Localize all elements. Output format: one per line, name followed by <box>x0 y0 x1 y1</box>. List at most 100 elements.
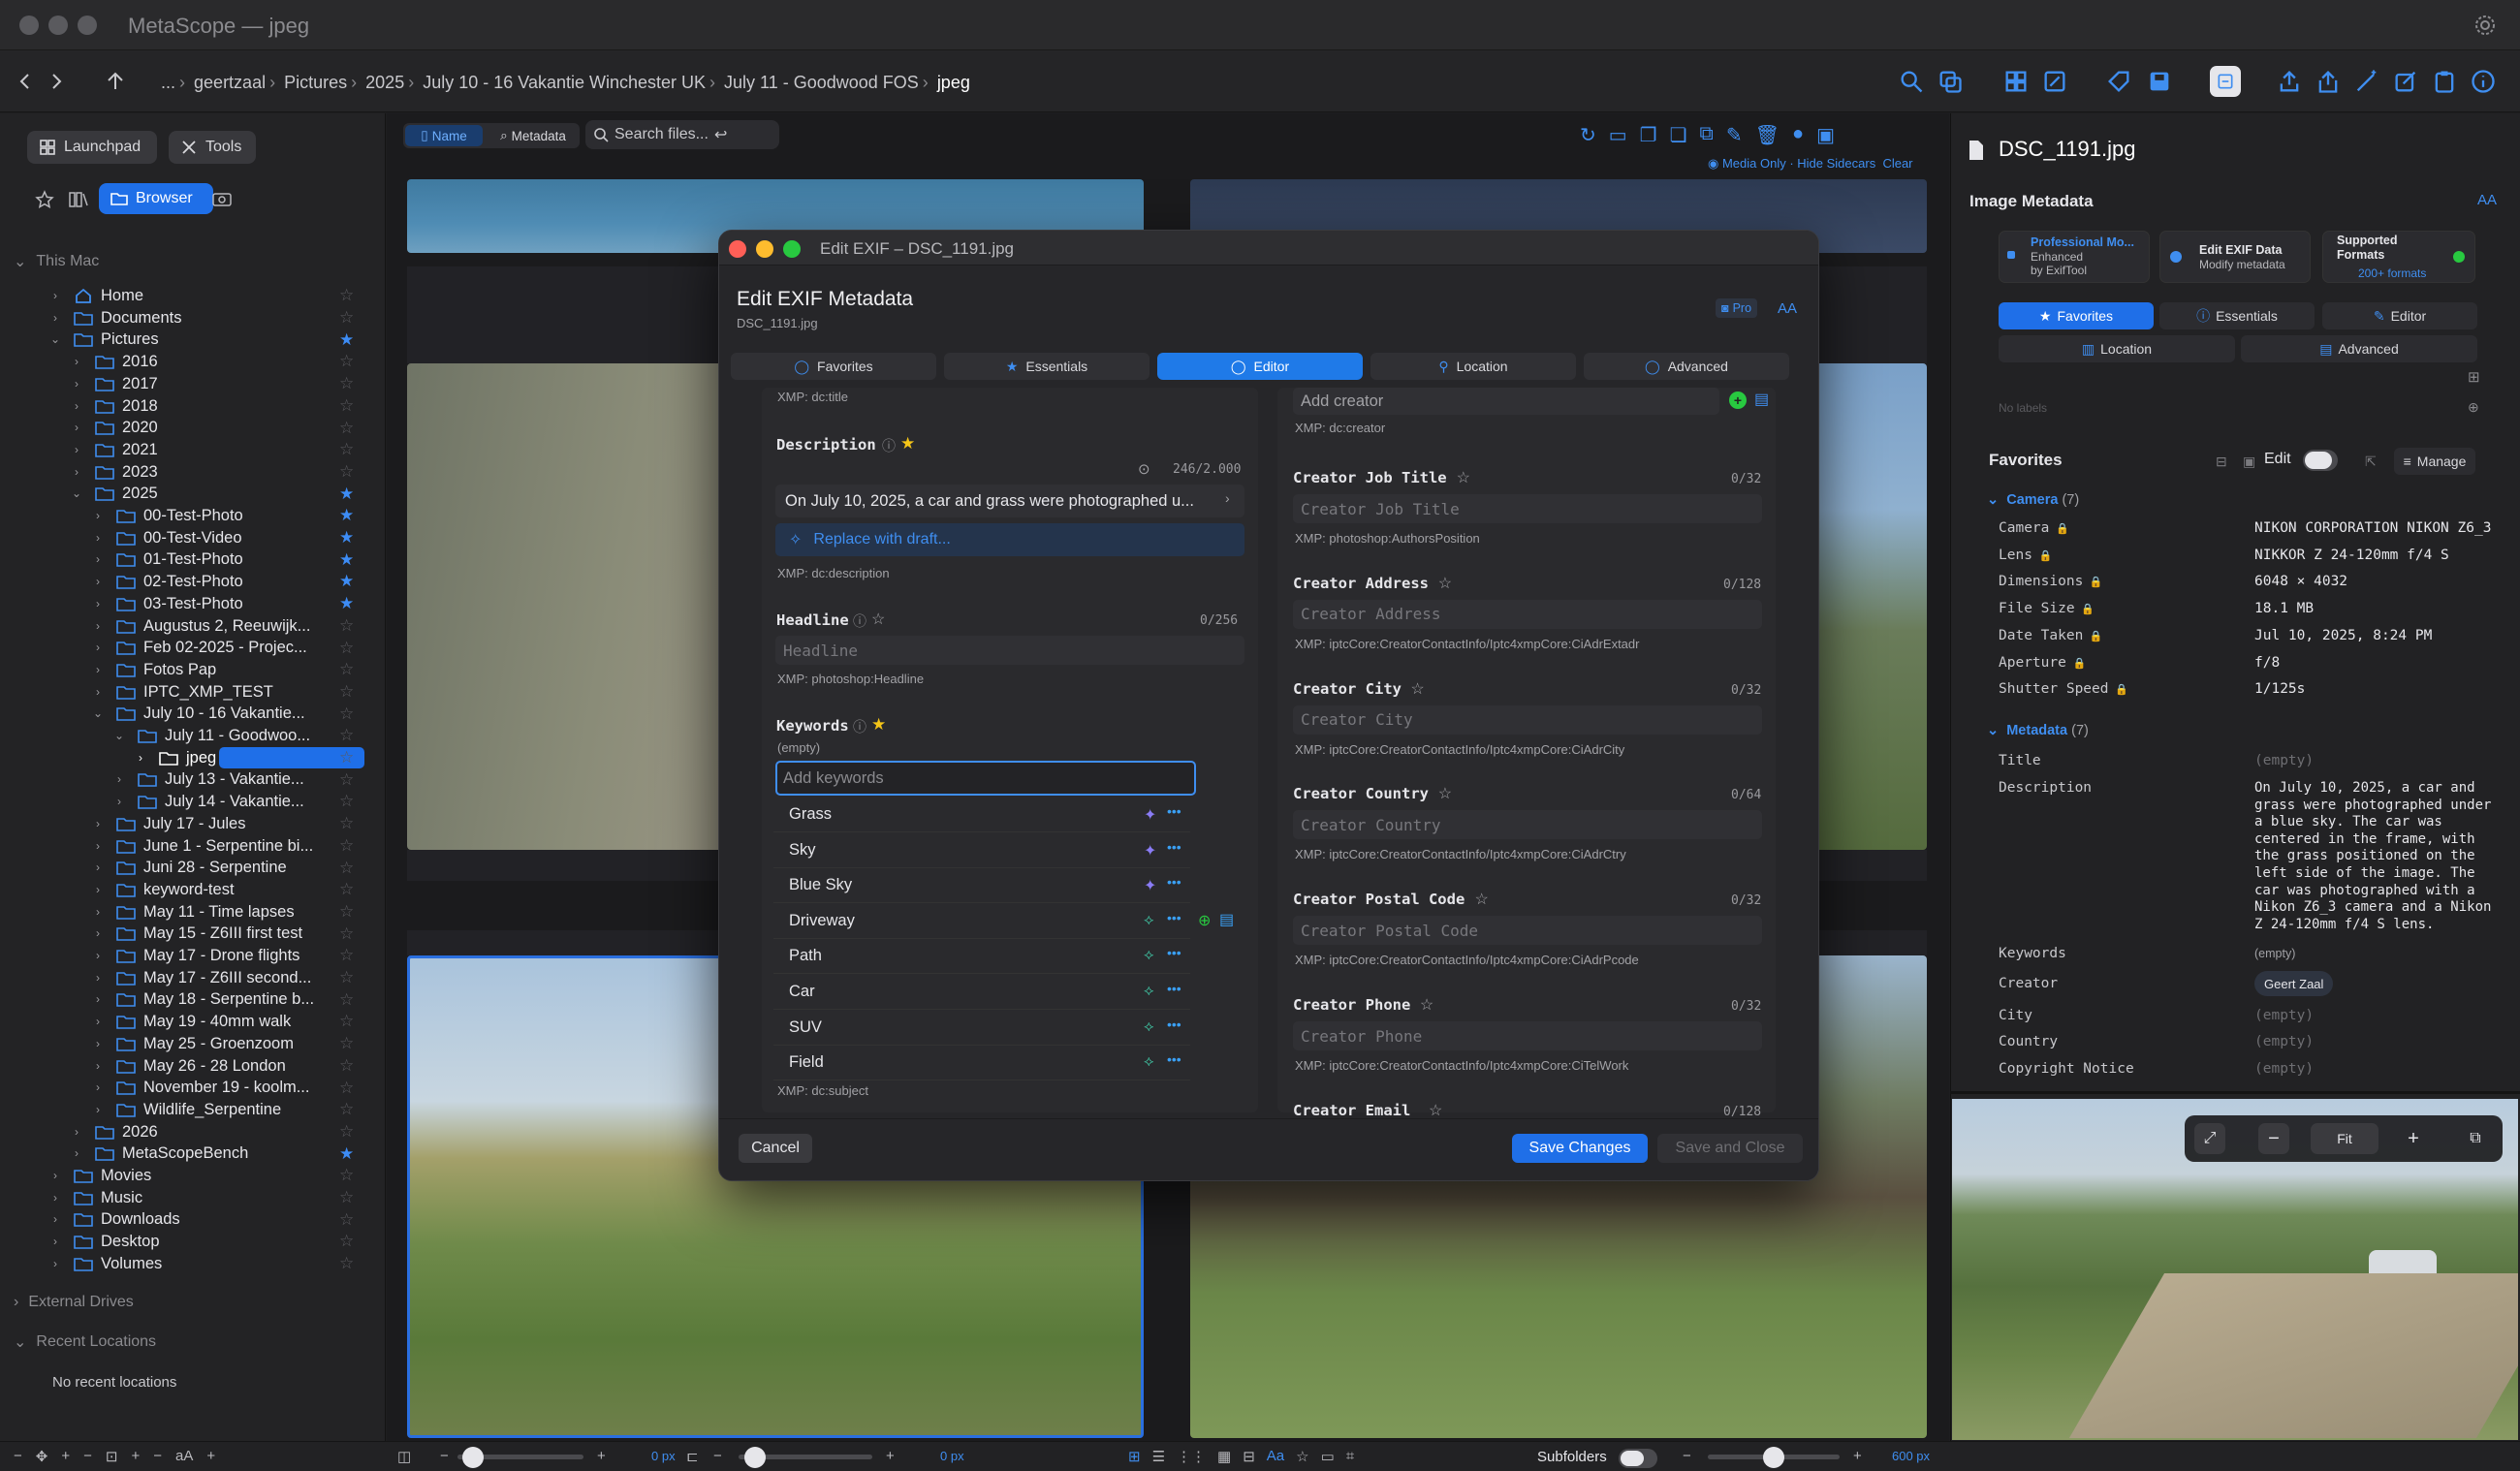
tree-item[interactable]: › Augustus 2, Reeuwijk... ☆ <box>0 615 386 638</box>
more-options-icon[interactable]: ••• <box>1167 945 1181 960</box>
favorite-star-icon[interactable]: ☆ <box>339 1122 354 1142</box>
favorite-star-icon[interactable]: ☆ <box>339 946 354 965</box>
favorite-star-icon[interactable]: ☆ <box>339 1100 354 1119</box>
favorite-star-icon[interactable]: ☆ <box>339 704 354 724</box>
star-outline-icon[interactable]: ☆ <box>1457 468 1470 487</box>
tree-item[interactable]: › 2023 ☆ <box>0 461 386 484</box>
column-view-icon[interactable]: ⋮⋮ <box>1177 1448 1206 1465</box>
star-icon[interactable]: ★ <box>900 434 915 454</box>
favorite-star-icon[interactable]: ☆ <box>339 814 354 833</box>
chevron-right-icon[interactable]: › <box>91 552 105 566</box>
more-options-icon[interactable]: ••• <box>1167 1017 1181 1032</box>
slider-knob[interactable] <box>743 1447 766 1468</box>
tree-item[interactable]: › 2017 ☆ <box>0 373 386 395</box>
creator-input[interactable]: Add creator <box>1293 388 1719 415</box>
tree-item[interactable]: › Movies ☆ <box>0 1165 386 1187</box>
star-outline-icon[interactable]: ☆ <box>1429 1101 1442 1120</box>
popout-icon[interactable]: ⧉ <box>2460 1123 2491 1154</box>
tree-item[interactable]: › Music ☆ <box>0 1187 386 1209</box>
favorite-star-icon[interactable]: ☆ <box>339 286 354 305</box>
zoom-in-button[interactable]: + <box>2398 1123 2429 1154</box>
help-icon[interactable]: ⓘ <box>853 611 866 631</box>
star-icon[interactable]: ★ <box>871 715 886 735</box>
tree-item[interactable]: ⌄ July 11 - Goodwoo... ☆ <box>0 725 386 747</box>
chevron-right-icon[interactable]: › <box>91 817 105 830</box>
tree-item[interactable]: › 00-Test-Photo ★ <box>0 505 386 527</box>
breadcrumb-item[interactable]: geertzaal <box>194 73 266 92</box>
keyword-row[interactable]: Blue Sky ✦ ••• <box>773 868 1190 904</box>
favorite-star-icon[interactable]: ★ <box>339 572 354 591</box>
tree-item[interactable]: › May 17 - Z6III second... ☆ <box>0 967 386 989</box>
tree-item[interactable]: › July 13 - Vakantie... ☆ <box>0 768 386 791</box>
tree-item[interactable]: › jpeg ☆ <box>0 746 386 769</box>
more-options-icon[interactable]: ••• <box>1167 803 1181 819</box>
favorite-star-icon[interactable]: ★ <box>339 550 354 570</box>
text-size-icon[interactable]: aA <box>175 1448 193 1465</box>
tab-essentials[interactable]: ★ Essentials <box>944 353 1150 380</box>
favorite-star-icon[interactable]: ☆ <box>339 440 354 459</box>
favorite-star-icon[interactable]: ☆ <box>339 902 354 922</box>
chevron-down-icon[interactable]: ⌄ <box>91 706 105 720</box>
large-grid-icon[interactable]: ⊟ <box>1243 1448 1255 1465</box>
chevron-right-icon[interactable]: › <box>70 465 83 479</box>
minus-icon[interactable]: − <box>440 1448 449 1464</box>
copy-icon[interactable] <box>1937 68 1964 95</box>
add-creator-icon[interactable]: + <box>1729 391 1747 409</box>
text-size-button[interactable]: AA <box>1778 300 1797 317</box>
favorite-star-icon[interactable]: ★ <box>339 1144 354 1164</box>
back-icon[interactable] <box>16 72 35 91</box>
chevron-right-icon[interactable]: › <box>91 619 105 633</box>
tree-item[interactable]: › Volumes ☆ <box>0 1253 386 1275</box>
rename-icon[interactable]: ✎ <box>1726 123 1743 147</box>
tree-item[interactable]: › 2016 ☆ <box>0 351 386 373</box>
field-input[interactable]: Creator Job Title <box>1293 494 1762 523</box>
panel-tab-location[interactable]: ▥ Location <box>1999 335 2235 362</box>
link-icon[interactable]: ⇱ <box>2365 454 2377 470</box>
chevron-right-icon[interactable]: › <box>48 311 62 325</box>
clear-filter-button[interactable]: Clear <box>1882 156 1912 171</box>
favorite-star-icon[interactable]: ☆ <box>339 682 354 702</box>
tree-item[interactable]: › May 17 - Drone flights ☆ <box>0 945 386 967</box>
new-folder-icon[interactable]: ▭ <box>1609 123 1627 147</box>
favorite-star-icon[interactable]: ☆ <box>339 374 354 393</box>
tree-item[interactable]: › July 17 - Jules ☆ <box>0 813 386 835</box>
breadcrumb-item[interactable]: July 11 - Goodwood FOS <box>724 73 919 92</box>
favorite-star-icon[interactable]: ☆ <box>339 639 354 658</box>
panel-tab-essentials[interactable]: ⓘ Essentials <box>2159 302 2315 329</box>
star-outline-icon[interactable]: ☆ <box>871 610 885 629</box>
plus-icon[interactable]: + <box>886 1448 895 1464</box>
plus-icon[interactable]: + <box>597 1448 606 1464</box>
tree-item[interactable]: › May 11 - Time lapses ☆ <box>0 901 386 923</box>
chevron-right-icon[interactable]: › <box>48 1257 62 1270</box>
save-and-close-button[interactable]: Save and Close <box>1657 1134 1803 1163</box>
favorite-star-icon[interactable]: ☆ <box>339 1056 354 1076</box>
plus-icon[interactable]: + <box>1853 1448 1862 1464</box>
search-input[interactable]: Search files... ↩ <box>585 120 779 149</box>
tree-item[interactable]: › Fotos Pap ☆ <box>0 659 386 681</box>
chevron-right-icon[interactable]: › <box>48 289 62 302</box>
tab-location[interactable]: ⚲ Location <box>1370 353 1576 380</box>
collapse-icon[interactable]: ⊡ <box>106 1448 118 1465</box>
star-icon[interactable]: ☆ <box>1296 1448 1308 1465</box>
dialog-close-button[interactable] <box>729 240 746 258</box>
tree-item[interactable]: › 2021 ☆ <box>0 439 386 461</box>
favorite-star-icon[interactable]: ★ <box>339 485 354 504</box>
minus-icon[interactable]: − <box>713 1448 722 1464</box>
tab-advanced[interactable]: ◯ Advanced <box>1584 353 1789 380</box>
description-input[interactable]: On July 10, 2025, a car and grass were p… <box>775 485 1244 517</box>
crop-icon[interactable]: ⌗ <box>1346 1448 1354 1465</box>
tree-item[interactable]: › May 19 - 40mm walk ☆ <box>0 1011 386 1033</box>
up-arrow-icon[interactable] <box>105 71 126 92</box>
star-outline-icon[interactable]: ☆ <box>1438 784 1452 803</box>
copy-icon[interactable]: ❐ <box>1640 123 1657 147</box>
dialog-zoom-button[interactable] <box>783 240 801 258</box>
tree-item[interactable]: › 2020 ☆ <box>0 417 386 439</box>
external-drives-section[interactable]: › External Drives <box>14 1294 134 1311</box>
chevron-right-icon[interactable]: › <box>48 1191 62 1205</box>
chevron-right-icon[interactable]: › <box>134 751 147 765</box>
dialog-minimize-button[interactable] <box>756 240 773 258</box>
frame-icon[interactable]: ⊏ <box>686 1448 699 1465</box>
keyword-row[interactable]: Grass ✦ ••• <box>773 798 1190 832</box>
favorite-star-icon[interactable]: ☆ <box>339 308 354 328</box>
tree-item[interactable]: › May 25 - Groenzoom ☆ <box>0 1033 386 1055</box>
